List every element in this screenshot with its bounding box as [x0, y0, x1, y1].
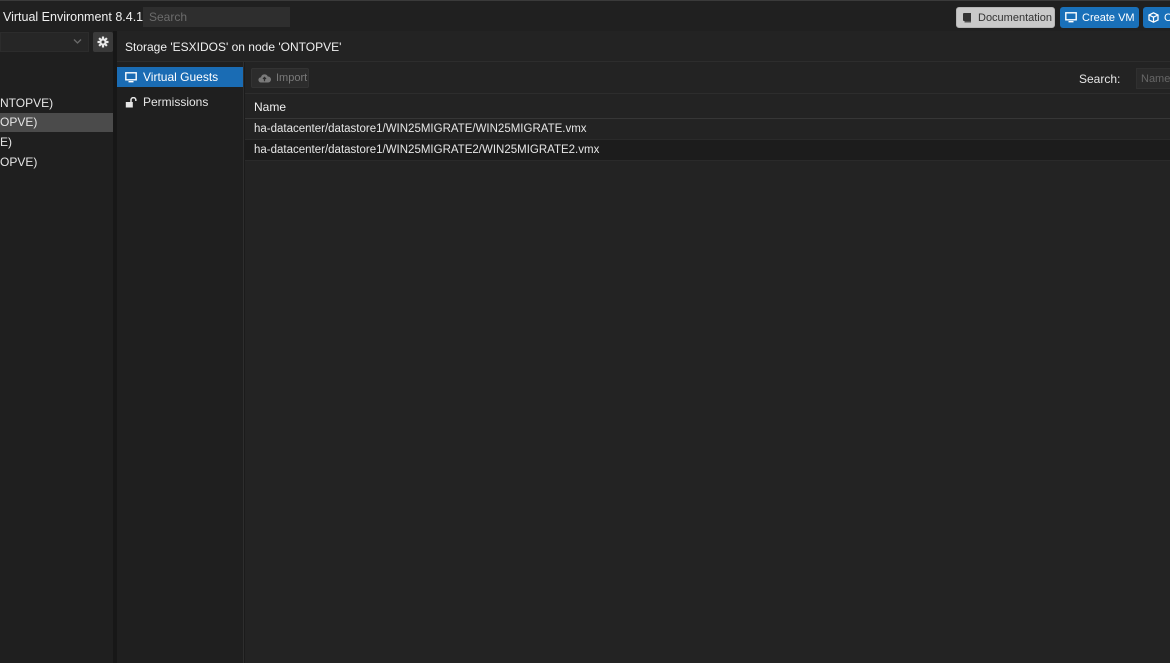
storage-subnav: Virtual Guests Permissions — [117, 62, 244, 663]
create-ct-button[interactable]: C — [1143, 7, 1170, 28]
tab-permissions[interactable]: Permissions — [117, 92, 243, 112]
create-ct-label: C — [1164, 11, 1170, 24]
chevron-down-icon — [73, 39, 82, 44]
grid-search-label: Search: — [1079, 72, 1121, 86]
tree-settings-button[interactable] — [93, 32, 113, 52]
name-filter-input[interactable] — [1136, 68, 1170, 89]
app-title: Virtual Environment 8.4.1 — [3, 10, 144, 24]
create-vm-label: Create VM — [1082, 11, 1135, 24]
book-icon — [963, 13, 971, 23]
gear-icon — [97, 36, 109, 48]
tab-virtual-guests-label: Virtual Guests — [143, 70, 219, 84]
resource-tree-panel: NTOPVE) OPVE) E) OPVE) — [0, 31, 117, 663]
unlock-icon — [125, 96, 137, 107]
import-button[interactable]: Import — [251, 68, 309, 88]
content-header: Storage 'ESXIDOS' on node 'ONTOPVE' — [117, 31, 1170, 62]
server-view-select[interactable] — [0, 32, 89, 52]
column-header-label: Name — [254, 100, 287, 114]
tree-item-storage[interactable]: E) — [0, 133, 113, 152]
import-label: Import — [276, 72, 308, 84]
documentation-label: Documentation — [978, 11, 1052, 24]
guests-grid-panel: Import Search: Name ha-datacenter/datast… — [245, 62, 1170, 663]
table-row[interactable]: ha-datacenter/datastore1/WIN25MIGRATE/WI… — [245, 119, 1170, 140]
page-title: Storage 'ESXIDOS' on node 'ONTOPVE' — [125, 40, 342, 54]
column-header-name[interactable]: Name — [245, 94, 1170, 119]
cloud-upload-icon — [258, 74, 271, 83]
tab-virtual-guests[interactable]: Virtual Guests — [117, 67, 243, 87]
top-bar: Virtual Environment 8.4.1 Documentation … — [0, 0, 1170, 31]
create-vm-button[interactable]: Create VM — [1060, 7, 1139, 28]
tree-item-storage-selected[interactable]: OPVE) — [0, 113, 113, 132]
table-row[interactable]: ha-datacenter/datastore1/WIN25MIGRATE2/W… — [245, 140, 1170, 161]
cube-icon — [1148, 12, 1159, 23]
tree-item-storage[interactable]: OPVE) — [0, 153, 113, 172]
documentation-button[interactable]: Documentation — [956, 7, 1055, 28]
monitor-icon — [125, 71, 137, 82]
monitor-icon — [1065, 12, 1077, 23]
global-search-input[interactable] — [143, 7, 290, 27]
tab-permissions-label: Permissions — [143, 95, 209, 109]
grid-toolbar: Import Search: — [245, 62, 1170, 94]
tree-item-node[interactable]: NTOPVE) — [0, 94, 113, 113]
